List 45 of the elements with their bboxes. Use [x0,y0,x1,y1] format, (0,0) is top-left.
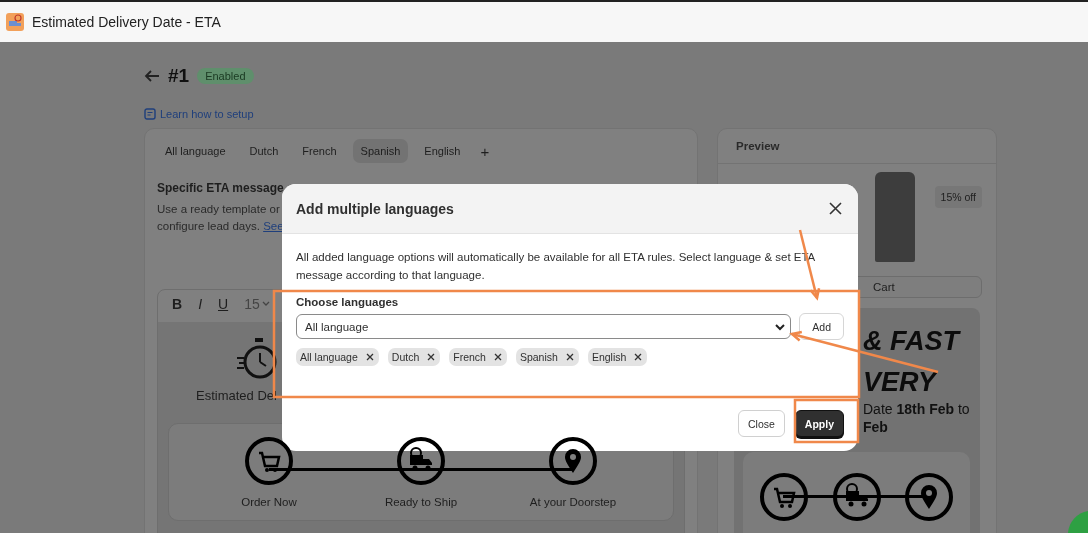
apply-button[interactable]: Apply [794,410,844,437]
language-tab[interactable]: Spanish [352,139,409,163]
preview-title: Preview [718,129,996,164]
remove-icon[interactable] [427,353,436,361]
window-title: Estimated Delivery Date - ETA [32,14,221,30]
section-description: Use a ready template or [157,202,280,217]
app-icon [6,13,24,31]
remove-icon[interactable] [365,353,374,361]
status-badge: Enabled [197,68,254,84]
step-label: Ready to Ship [384,496,458,508]
banner-headline: VERY [863,366,939,399]
remove-icon[interactable] [493,353,502,361]
caret-icon[interactable] [261,301,270,307]
remove-icon[interactable] [565,353,574,361]
italic-button[interactable]: I [198,296,202,312]
language-tab[interactable]: Dutch [241,139,287,163]
section-description: configure lead days. [157,220,260,232]
step-label: Order Now [241,496,297,508]
step-label: At your Doorstep [529,496,617,508]
note-icon [144,108,156,120]
language-select[interactable]: All language [296,314,792,339]
font-size-select[interactable]: 15 [244,296,260,312]
close-icon[interactable] [827,200,844,217]
help-link[interactable]: Learn how to setup [160,108,254,120]
discount-badge: 15% off [934,186,982,208]
section-title: Specific ETA message [157,181,285,195]
language-tab[interactable]: All language [157,139,234,163]
delivery-date-text: Feb [863,418,889,436]
see-link[interactable]: See [263,220,284,232]
delivery-date-text: Date 18th Feb to [863,400,971,418]
add-tab-button[interactable]: + [476,142,494,160]
rule-title: #1 [168,65,190,87]
back-arrow-icon[interactable] [144,70,160,82]
language-tab[interactable]: English [416,139,469,163]
close-button[interactable]: Close [737,410,785,437]
remove-icon[interactable] [634,353,643,361]
widget-title: Estimated Del [195,388,278,403]
language-tab[interactable]: French [294,139,345,163]
add-button[interactable]: Add [799,313,844,340]
bold-button[interactable]: B [172,296,183,312]
dialog-title: Add multiple languages [296,200,454,217]
chevron-down-icon[interactable] [774,322,787,331]
underline-button[interactable]: U [218,296,229,312]
banner-headline: & FAST [863,325,962,358]
field-label: Choose languages [296,296,400,308]
